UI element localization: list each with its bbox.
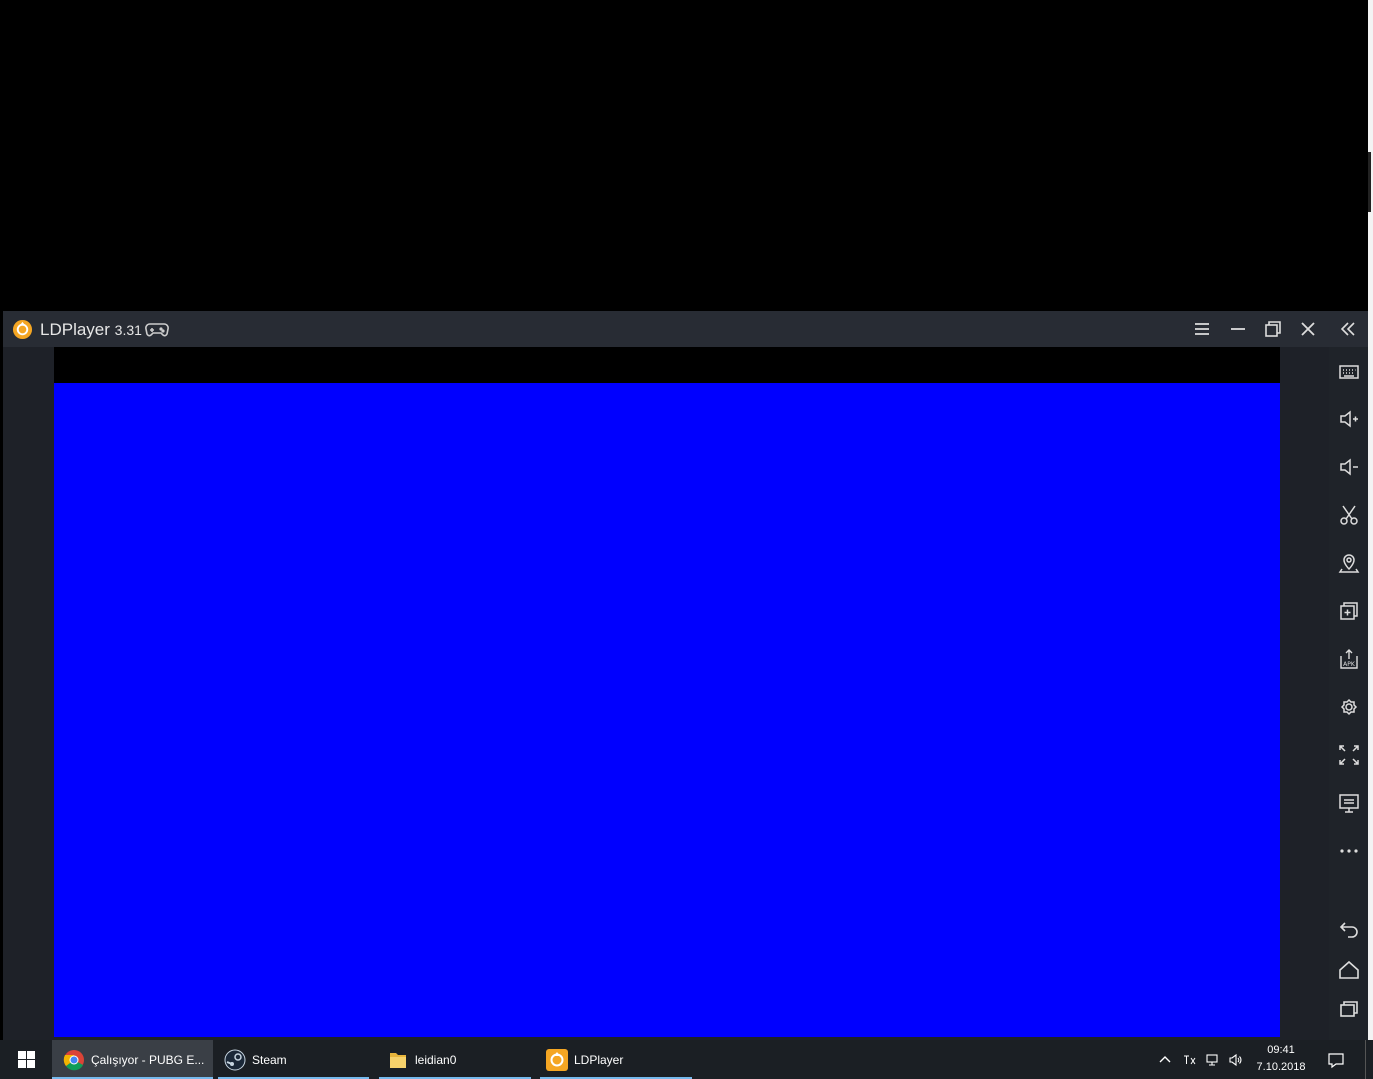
- gamepad-icon[interactable]: [145, 320, 169, 338]
- multi-instance-button[interactable]: [1334, 596, 1364, 626]
- system-clock[interactable]: 09:41 7.10.2018: [1250, 1042, 1312, 1076]
- network-icon: [1206, 1053, 1218, 1066]
- volume-down-icon: [1340, 458, 1358, 476]
- screenshot-scissors-icon: [1340, 505, 1358, 525]
- taskbar-item-label: leidian0: [415, 1052, 457, 1067]
- taskbar-item-label: Çalışıyor - PUBG E...: [91, 1052, 205, 1067]
- ldplayer-icon: [546, 1048, 568, 1071]
- location-icon: [1338, 554, 1360, 573]
- multi-instance-icon: [1340, 602, 1358, 620]
- keyboard-icon: [1339, 365, 1359, 379]
- taskbar-item-folder[interactable]: leidian0: [379, 1040, 531, 1079]
- screenshot-button[interactable]: [1334, 500, 1364, 530]
- svg-text:APK: APK: [1343, 661, 1356, 668]
- display-button[interactable]: [1334, 788, 1364, 818]
- restore-button[interactable]: [1256, 311, 1290, 347]
- double-chevron-left-icon: [1340, 322, 1355, 336]
- show-hidden-icons-button[interactable]: [1155, 1040, 1175, 1079]
- install-apk-icon: APK: [1340, 649, 1358, 669]
- install-apk-button[interactable]: APK: [1334, 644, 1364, 674]
- emulator-display-content[interactable]: [54, 383, 1280, 1037]
- steam-icon: [224, 1049, 246, 1070]
- hamburger-icon: [1195, 323, 1209, 335]
- back-button[interactable]: [1334, 914, 1364, 944]
- menu-button[interactable]: [1185, 311, 1219, 347]
- app-version: 3.31: [114, 322, 142, 338]
- taskbar-item-label: Steam: [252, 1052, 287, 1067]
- window-title: LDPlayer 3.31: [40, 320, 142, 340]
- emulator-screen[interactable]: [54, 347, 1280, 1037]
- ldplayer-window: LDPlayer 3.31 APK: [3, 311, 1368, 1040]
- title-bar[interactable]: LDPlayer 3.31: [3, 311, 1368, 347]
- ldplayer-logo-icon: [12, 319, 33, 340]
- home-icon: [1339, 960, 1359, 979]
- back-icon: [1339, 922, 1358, 938]
- display-icon: [1339, 794, 1359, 813]
- close-icon: [1301, 322, 1315, 336]
- desktop-background: [1368, 0, 1373, 1040]
- volume-indicator[interactable]: [1225, 1040, 1245, 1079]
- taskbar-item-chrome[interactable]: Çalışıyor - PUBG E...: [52, 1040, 213, 1079]
- speaker-icon: [1229, 1053, 1242, 1066]
- fullscreen-button[interactable]: [1334, 740, 1364, 770]
- windows-taskbar: Çalışıyor - PUBG E... Steam leidian0 LDP…: [0, 1040, 1373, 1079]
- recent-apps-button[interactable]: [1334, 994, 1364, 1024]
- notification-icon: [1328, 1052, 1344, 1068]
- restore-icon: [1265, 321, 1281, 337]
- volume-up-button[interactable]: [1334, 404, 1364, 434]
- volume-up-icon: [1340, 410, 1358, 428]
- clock-time: 09:41: [1267, 1044, 1295, 1056]
- collapse-toolbar-button[interactable]: [1331, 311, 1365, 347]
- network-indicator[interactable]: [1202, 1040, 1222, 1079]
- minimize-icon: [1231, 328, 1245, 330]
- minimize-button[interactable]: [1221, 311, 1255, 347]
- input-method-indicator[interactable]: [1179, 1040, 1199, 1079]
- fullscreen-icon: [1339, 745, 1359, 765]
- more-button[interactable]: [1334, 836, 1364, 866]
- taskbar-item-steam[interactable]: Steam: [218, 1040, 369, 1079]
- settings-button[interactable]: [1334, 692, 1364, 722]
- windows-logo-icon: [17, 1051, 35, 1068]
- recent-apps-icon: [1340, 1001, 1358, 1017]
- home-button[interactable]: [1334, 955, 1364, 985]
- app-name: LDPlayer: [40, 320, 110, 339]
- show-desktop-button[interactable]: [1365, 1040, 1373, 1079]
- start-button[interactable]: [0, 1040, 52, 1079]
- action-center-button[interactable]: [1322, 1040, 1350, 1079]
- chevron-up-icon: [1159, 1055, 1171, 1062]
- clock-date: 7.10.2018: [1256, 1061, 1306, 1073]
- location-button[interactable]: [1334, 548, 1364, 578]
- keyboard-language-icon: [1184, 1055, 1196, 1064]
- taskbar-item-ldplayer[interactable]: LDPlayer: [540, 1040, 692, 1079]
- settings-icon: [1340, 698, 1358, 716]
- folder-icon: [390, 1052, 406, 1068]
- taskbar-item-label: LDPlayer: [574, 1052, 624, 1067]
- keyboard-button[interactable]: [1334, 357, 1364, 387]
- more-icon: [1340, 849, 1358, 853]
- volume-down-button[interactable]: [1334, 452, 1364, 482]
- side-toolbar: APK: [1329, 347, 1368, 1040]
- close-button[interactable]: [1291, 311, 1325, 347]
- chrome-icon: [63, 1049, 84, 1070]
